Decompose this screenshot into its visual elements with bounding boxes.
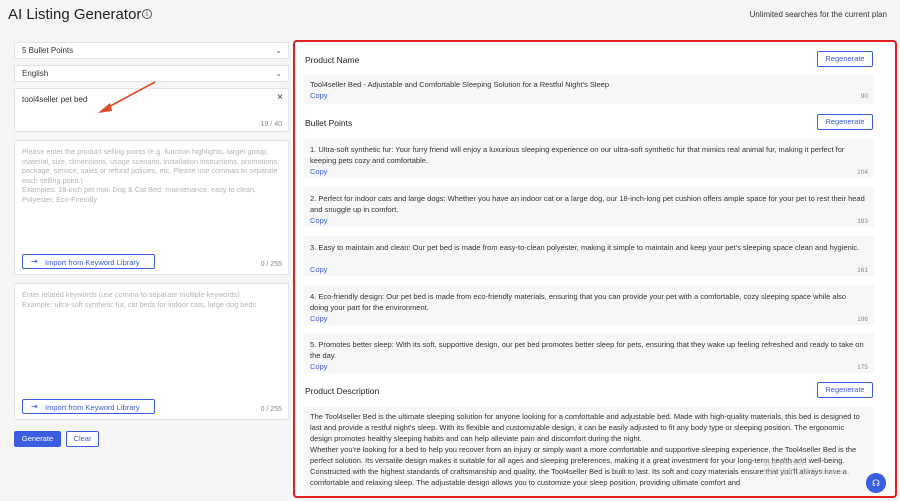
header: AI Listing Generator i Unlimited searche… (0, 0, 900, 32)
copy-button[interactable]: Copy (310, 167, 328, 176)
copy-button[interactable]: Copy (310, 265, 328, 274)
language-select[interactable]: English ⌄ (14, 65, 289, 82)
import-keyword-button[interactable]: ⇥ Import from Keyword Library (22, 399, 155, 414)
selling-points-field[interactable]: Please enter the product selling points … (14, 140, 289, 275)
description-card: The Tool4seller Bed is the ultimate slee… (304, 407, 874, 496)
bullet-points-title: Bullet Points (305, 118, 353, 128)
product-name-text: Tool4seller Bed - Adjustable and Comfort… (310, 80, 610, 89)
char-count: 193 (857, 218, 868, 225)
bullet-card: 3. Easy to maintain and clean: Our pet b… (304, 236, 874, 276)
generate-button[interactable]: Generate (14, 431, 61, 447)
import-icon: ⇥ (31, 402, 38, 411)
plan-status: Unlimited searches for the current plan (749, 10, 887, 19)
chevron-down-icon: ⌄ (275, 46, 282, 55)
bullet-card: 4. Eco-friendly design: Our pet bed is m… (304, 285, 874, 325)
selling-points-counter: 0 / 255 (260, 261, 282, 268)
close-icon[interactable]: × (277, 92, 283, 103)
product-name-card: Tool4seller Bed - Adjustable and Comfort… (304, 74, 874, 104)
regenerate-bullets-button[interactable]: Regenerate (817, 114, 873, 130)
regenerate-name-button[interactable]: Regenerate (817, 51, 873, 67)
bullet-text: 3. Easy to maintain and clean: Our pet b… (310, 243, 860, 252)
result-panel: Product Name Regenerate Tool4seller Bed … (293, 40, 897, 498)
import-keyword-label: Import from Keyword Library (45, 258, 140, 267)
windows-watermark: 激活 Windows 转到"设置"以激活 Windows。 (763, 459, 854, 477)
product-input[interactable]: tool4seller pet bed × 19 / 40 (14, 88, 289, 132)
import-keyword-button[interactable]: ⇥ Import from Keyword Library (22, 254, 155, 269)
keywords-counter: 0 / 255 (260, 406, 282, 413)
product-description-title: Product Description (305, 386, 380, 396)
bullet-card: 5. Promotes better sleep: With its soft,… (304, 333, 874, 373)
copy-button[interactable]: Copy (310, 314, 328, 323)
bullet-text: 1. Ultra-soft synthetic fur: Your furry … (310, 145, 845, 165)
selling-points-placeholder: Please enter the product selling points … (22, 147, 280, 204)
bullet-card: 1. Ultra-soft synthetic fur: Your furry … (304, 138, 874, 178)
bullet-text: 5. Promotes better sleep: With its soft,… (310, 340, 864, 360)
char-count: 175 (857, 364, 868, 371)
bullet-count-value: 5 Bullet Points (22, 46, 74, 55)
bullet-count-select[interactable]: 5 Bullet Points ⌄ (14, 42, 289, 59)
product-name-title: Product Name (305, 55, 360, 65)
char-count: 196 (857, 316, 868, 323)
clear-button[interactable]: Clear (66, 431, 99, 447)
info-icon[interactable]: i (142, 9, 152, 19)
copy-button[interactable]: Copy (310, 216, 328, 225)
keywords-placeholder: Enter related keywords (use comma to sep… (22, 290, 257, 309)
copy-button[interactable]: Copy (310, 362, 328, 371)
language-value: English (22, 69, 49, 78)
regenerate-description-button[interactable]: Regenerate (817, 382, 873, 398)
support-headset-icon[interactable]: ☊ (866, 473, 886, 493)
chevron-down-icon: ⌄ (275, 69, 282, 78)
page-title: AI Listing Generator (8, 6, 142, 23)
product-input-counter: 19 / 40 (260, 121, 282, 128)
bullet-text: 2. Perfect for indoor cats and large dog… (310, 194, 865, 214)
char-count: 161 (857, 267, 868, 274)
import-icon: ⇥ (31, 257, 38, 266)
import-keyword-label: Import from Keyword Library (45, 403, 140, 412)
watermark-line: 激活 Windows (763, 460, 808, 467)
char-count: 204 (857, 169, 868, 176)
watermark-line: 转到"设置"以激活 Windows。 (763, 469, 855, 476)
bullet-text: 4. Eco-friendly design: Our pet bed is m… (310, 292, 847, 312)
copy-button[interactable]: Copy (310, 91, 328, 100)
description-paragraph: The Tool4seller Bed is the ultimate slee… (310, 412, 860, 443)
product-input-value: tool4seller pet bed (22, 95, 88, 104)
keywords-field[interactable]: Enter related keywords (use comma to sep… (14, 283, 289, 420)
char-count: 90 (860, 93, 868, 100)
bullet-card: 2. Perfect for indoor cats and large dog… (304, 187, 874, 227)
